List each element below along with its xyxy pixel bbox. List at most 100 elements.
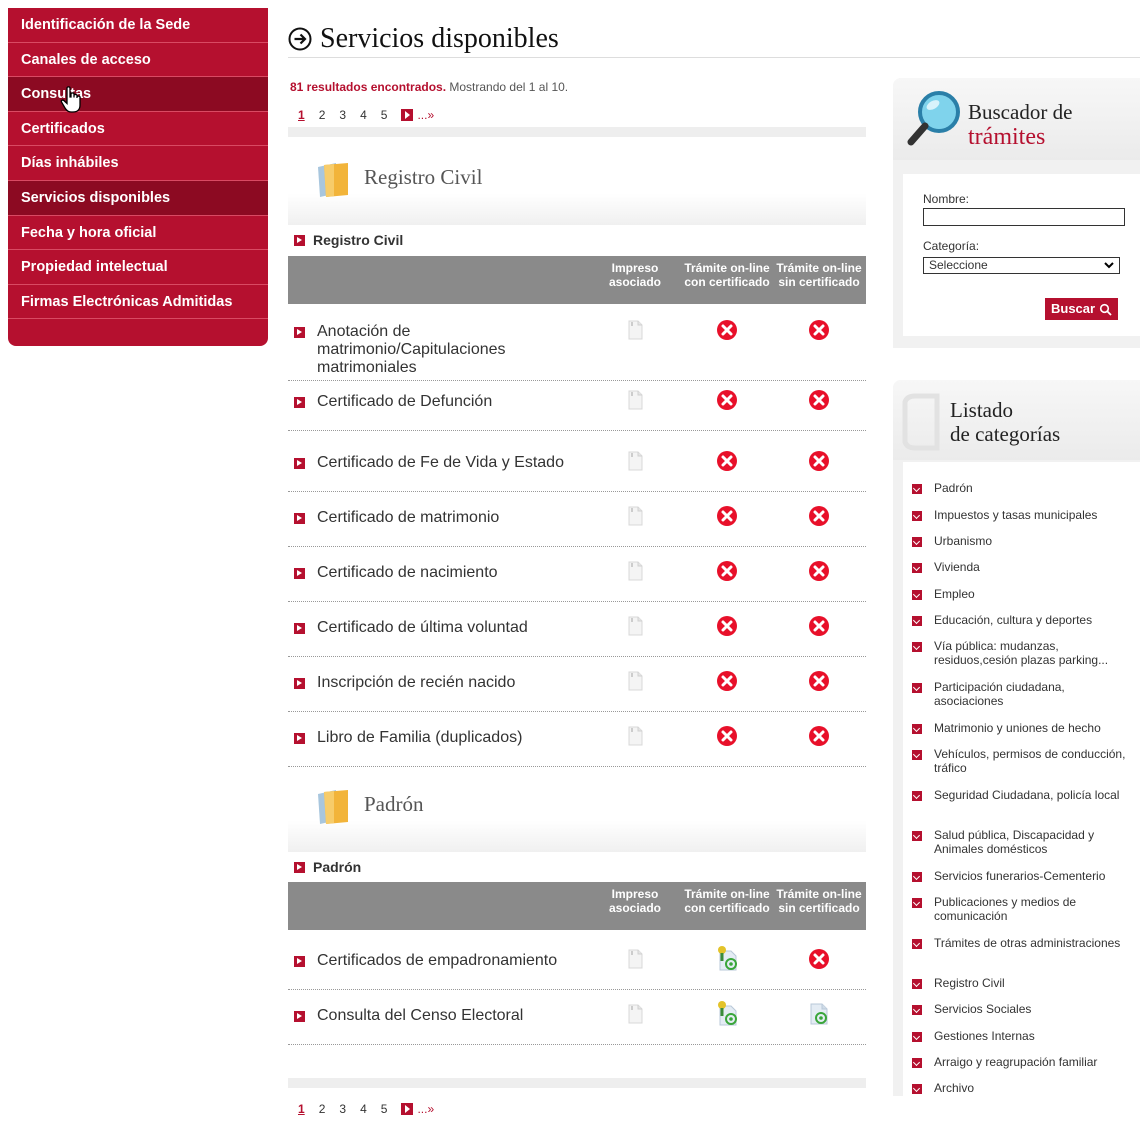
category-item[interactable]: Vivienda: [912, 560, 1137, 574]
tramite-sin-cell[interactable]: [776, 1000, 862, 1026]
category-label: Vehículos, permisos de conducción, tráfi…: [934, 747, 1126, 775]
buscar-button[interactable]: Buscar: [1045, 298, 1119, 320]
arrow-right-icon: [294, 678, 305, 689]
category-item[interactable]: Matrimonio y uniones de hecho: [912, 721, 1137, 735]
not-available-icon: [808, 615, 830, 637]
page-link-4[interactable]: 4: [360, 1102, 367, 1116]
tramite-con-cell[interactable]: [684, 1000, 770, 1026]
category-item[interactable]: Servicios funerarios-Cementerio: [912, 869, 1137, 883]
tramite-con-cell: [684, 450, 770, 472]
page-link-3[interactable]: 3: [339, 1102, 346, 1116]
category-item[interactable]: Trámites de otras administraciones: [912, 936, 1137, 950]
row-name: Certificado de Fe de Vida y Estado: [317, 454, 564, 471]
arrow-right-icon: [294, 733, 305, 744]
nombre-label: Nombre:: [923, 192, 970, 206]
category-item[interactable]: Servicios Sociales: [912, 1002, 1137, 1016]
page-link-2[interactable]: 2: [319, 1102, 326, 1116]
row-link[interactable]: Certificado de nacimiento: [294, 564, 594, 582]
tramite-con-cell: [684, 389, 770, 411]
category-item[interactable]: Arraigo y reagrupación familiar: [912, 1055, 1137, 1069]
category-label: Empleo: [934, 587, 975, 601]
chevron-box-icon: [912, 791, 922, 801]
page-link-4[interactable]: 4: [360, 108, 367, 122]
nombre-input[interactable]: [923, 208, 1125, 226]
tramite-con-cell[interactable]: [684, 945, 770, 971]
category-item[interactable]: Gestiones Internas: [912, 1029, 1137, 1043]
category-label: Vivienda: [934, 560, 980, 574]
not-available-icon: [808, 560, 830, 582]
more-pages-link[interactable]: ...»: [417, 108, 434, 122]
category-item[interactable]: Padrón: [912, 481, 1137, 495]
category-item[interactable]: Publicaciones y medios de comunicación: [912, 895, 1137, 923]
document-icon: [626, 451, 644, 471]
category-item[interactable]: Seguridad Ciudadana, policía local: [912, 788, 1137, 802]
nav-item-5[interactable]: Servicios disponibles: [8, 180, 268, 216]
more-pages-link[interactable]: ...»: [417, 1102, 434, 1116]
table-header: Impreso asociado Trámite on-line con cert…: [288, 256, 866, 304]
folder-icon: [318, 790, 348, 824]
row-link[interactable]: Certificado de última voluntad: [294, 619, 594, 637]
page-link-2[interactable]: 2: [319, 108, 326, 122]
tramite-sin-cell: [776, 560, 862, 582]
section-subtitle[interactable]: Padrón: [294, 859, 361, 875]
page-link-5[interactable]: 5: [381, 108, 388, 122]
category-item[interactable]: Salud pública, Discapacidad y Animales d…: [912, 828, 1137, 856]
row-link[interactable]: Certificado de matrimonio: [294, 509, 594, 527]
not-available-icon: [716, 725, 738, 747]
nav-item-3[interactable]: Certificados: [8, 112, 268, 147]
not-available-icon: [808, 725, 830, 747]
nav-item-7[interactable]: Propiedad intelectual: [8, 250, 268, 285]
section-title: Registro Civil: [364, 165, 483, 189]
not-available-icon: [716, 615, 738, 637]
listado-title-1: Listado: [950, 398, 1013, 422]
arrow-right-icon: [294, 397, 305, 408]
chevron-box-icon: [912, 1084, 922, 1094]
table-header: Impreso asociado Trámite on-line con cert…: [288, 882, 866, 930]
page-link-3[interactable]: 3: [339, 108, 346, 122]
row-link[interactable]: Certificado de Defunción: [294, 393, 594, 411]
section-subtitle[interactable]: Registro Civil: [294, 232, 403, 248]
nav-item-4[interactable]: Días inhábiles: [8, 146, 268, 181]
nav-item-2[interactable]: Consultas: [8, 77, 268, 112]
hand-cursor-icon: [60, 86, 81, 113]
category-item[interactable]: Archivo: [912, 1081, 1137, 1095]
document-icon: [626, 561, 644, 581]
category-item[interactable]: Registro Civil: [912, 976, 1137, 990]
page-link-1[interactable]: 1: [298, 1102, 305, 1116]
row-link[interactable]: Certificados de empadronamiento: [294, 952, 594, 970]
category-item[interactable]: Empleo: [912, 587, 1137, 601]
pagination-top: 1 2 3 4 5 ...»: [298, 108, 434, 122]
category-item[interactable]: Participación ciudadana, asociaciones: [912, 680, 1137, 708]
category-label: Educación, cultura y deportes: [934, 613, 1093, 627]
row-link[interactable]: Consulta del Censo Electoral: [294, 1007, 594, 1025]
chevron-box-icon: [912, 831, 922, 841]
category-item[interactable]: Urbanismo: [912, 534, 1137, 548]
table-row: Certificado de Defunción: [288, 376, 866, 431]
category-item[interactable]: Impuestos y tasas municipales: [912, 508, 1137, 522]
nav-item-0[interactable]: Identificación de la Sede: [8, 8, 268, 43]
nav-item-1[interactable]: Canales de acceso: [8, 43, 268, 78]
page-link-1[interactable]: 1: [298, 108, 305, 122]
category-item[interactable]: Educación, cultura y deportes: [912, 613, 1137, 627]
row-link[interactable]: Libro de Familia (duplicados): [294, 729, 594, 747]
nav-item-6[interactable]: Fecha y hora oficial: [8, 216, 268, 251]
nav-item-8[interactable]: Firmas Electrónicas Admitidas: [8, 285, 268, 320]
document-icon: [626, 616, 644, 636]
page-link-5[interactable]: 5: [381, 1102, 388, 1116]
category-item[interactable]: Vía pública: mudanzas, residuos,cesión p…: [912, 639, 1137, 667]
category-item[interactable]: Vehículos, permisos de conducción, tráfi…: [912, 747, 1137, 775]
results-summary: 81 resultados encontrados. Mostrando del…: [290, 80, 568, 94]
arrow-right-icon: [294, 327, 305, 338]
row-link[interactable]: Inscripción de recién nacido: [294, 674, 594, 692]
buscar-label: Buscar: [1051, 301, 1096, 316]
next-page-icon[interactable]: [401, 1103, 414, 1115]
row-name: Anotación de matrimonio/Capitulaciones m…: [317, 323, 506, 376]
tramite-sin-cell: [776, 615, 862, 637]
category-label: Seguridad Ciudadana, policía local: [934, 788, 1120, 802]
row-link[interactable]: Certificado de Fe de Vida y Estado: [294, 454, 594, 472]
category-label: Participación ciudadana, asociaciones: [934, 680, 1065, 708]
next-page-icon[interactable]: [401, 109, 414, 121]
row-link[interactable]: Anotación de matrimonio/Capitulaciones m…: [294, 323, 594, 377]
online-form-icon: [806, 1000, 832, 1026]
categoria-select[interactable]: Seleccione: [923, 257, 1120, 274]
